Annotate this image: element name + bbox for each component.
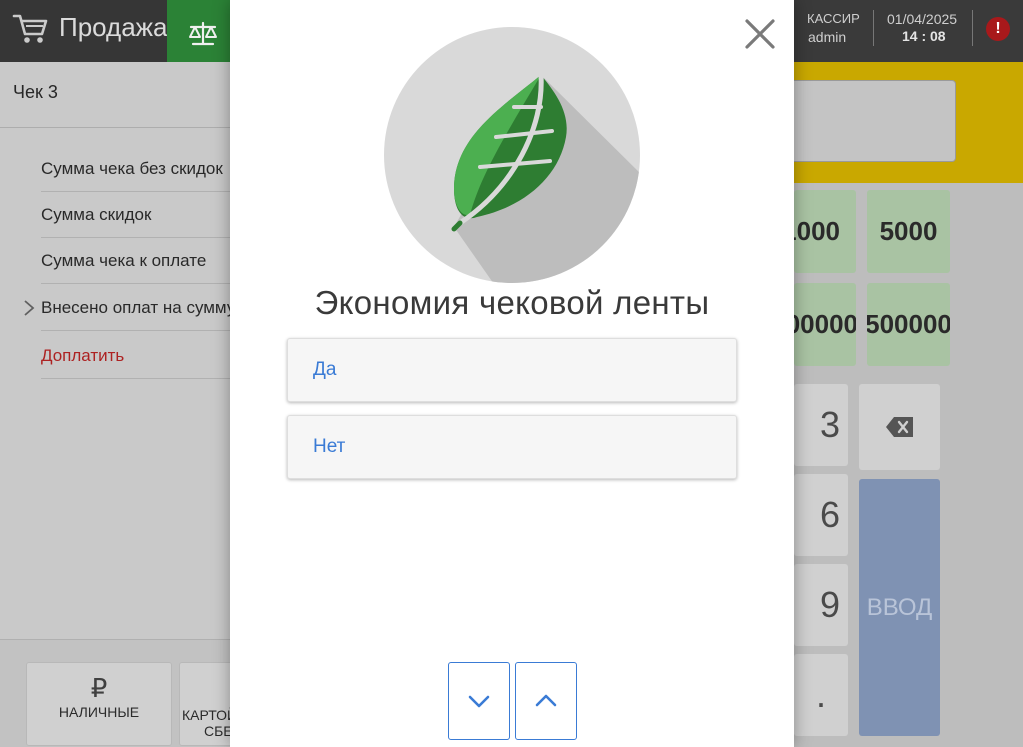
enter-button[interactable]: ВВОД [859,479,940,736]
chevron-down-icon [468,695,490,708]
quick-amount-100000-label: 100000 [794,309,856,339]
option-no[interactable]: Нет [287,415,737,479]
scroll-down-button[interactable] [448,662,510,740]
amount-band [794,62,1023,183]
scroll-up-button[interactable] [515,662,577,740]
tape-saving-dialog: Экономия чековой ленты Да Нет [230,0,794,747]
keypad-panel: 1000 5000 100000 500000 3 6 9 . ВВОД [782,62,1023,747]
quick-amount-5000[interactable]: 5000 [867,190,950,273]
cashier-name: admin [808,29,847,45]
amount-input[interactable] [794,80,956,162]
quick-amount-1000[interactable]: 1000 [782,190,856,273]
close-icon[interactable] [743,17,777,51]
quick-amount-100000[interactable]: 100000 [794,283,856,366]
key-dot[interactable]: . [794,654,848,736]
quick-amount-500000[interactable]: 500000 [867,283,950,366]
alert-badge[interactable]: ! [986,17,1010,41]
leaf-icon [384,27,640,283]
cashier-label: КАССИР [807,11,860,26]
divider [972,10,973,46]
divider [873,10,874,46]
overlay-backdrop[interactable] [0,0,232,747]
backspace-icon [885,417,913,437]
key-3[interactable]: 3 [794,384,848,466]
option-yes[interactable]: Да [287,338,737,402]
backspace-button[interactable] [859,384,940,470]
time-display: 14 : 08 [902,28,946,44]
chevron-up-icon [535,694,557,707]
date-display: 01/04/2025 [887,11,958,27]
key-9[interactable]: 9 [794,564,848,646]
key-6[interactable]: 6 [794,474,848,556]
dialog-title: Экономия чековой ленты [314,284,710,321]
